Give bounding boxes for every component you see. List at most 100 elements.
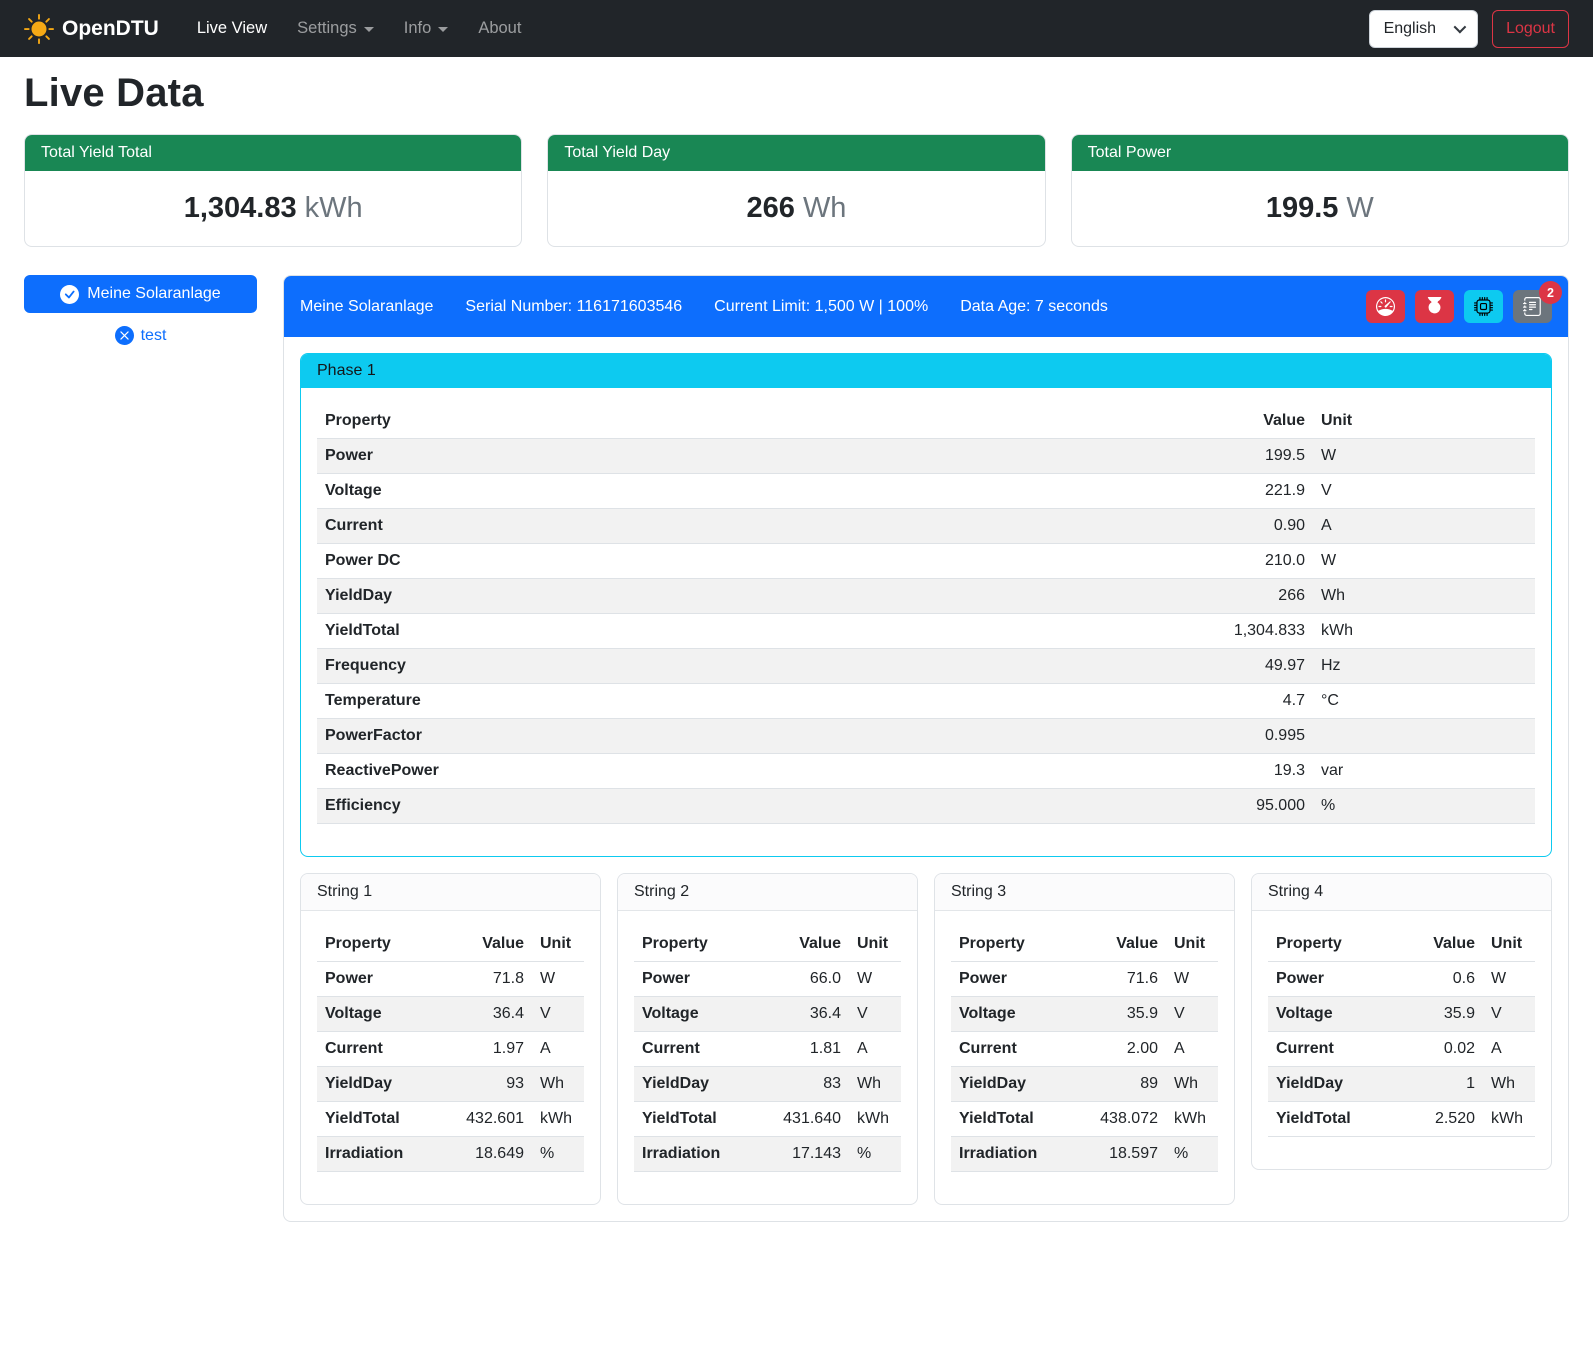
table-row: Current1.97A [317, 1032, 584, 1067]
x-circle-icon [115, 326, 134, 345]
value-cell: 1,304.833 [1193, 614, 1313, 649]
property-cell: Power [317, 439, 1193, 474]
table-row: YieldTotal431.640kWh [634, 1102, 901, 1137]
property-cell: Irradiation [634, 1137, 757, 1172]
string-2-data-table: PropertyValueUnitPower66.0WVoltage36.4VC… [634, 927, 901, 1172]
table-row: Current0.90A [317, 509, 1535, 544]
property-cell: Voltage [317, 997, 440, 1032]
unit-cell: Wh [1483, 1067, 1535, 1102]
table-row: Voltage36.4V [317, 997, 584, 1032]
unit-cell: A [1313, 509, 1535, 544]
top-navbar: OpenDTU Live View Settings Info About En… [0, 0, 1593, 57]
value-cell: 210.0 [1193, 544, 1313, 579]
speedometer-icon [1376, 297, 1395, 316]
column-header: Property [317, 404, 1193, 439]
unit-cell: var [1313, 754, 1535, 789]
total-power-card: Total Power 199.5W [1071, 134, 1569, 247]
value-cell: 1.81 [757, 1032, 849, 1067]
property-cell: YieldTotal [634, 1102, 757, 1137]
value-cell: 95.000 [1193, 789, 1313, 824]
value-cell: 221.9 [1193, 474, 1313, 509]
phase-card-title: Phase 1 [301, 354, 1551, 388]
limit-settings-button[interactable] [1366, 290, 1405, 323]
page-title: Live Data [24, 71, 1569, 116]
property-cell: Efficiency [317, 789, 1193, 824]
unit-cell: V [1483, 997, 1535, 1032]
unit-cell: kWh [1166, 1102, 1218, 1137]
string-card-title: String 4 [1252, 874, 1551, 911]
table-row: YieldTotal2.520kWh [1268, 1102, 1535, 1137]
brand[interactable]: OpenDTU [24, 14, 159, 44]
property-cell: Voltage [1268, 997, 1391, 1032]
inverter-select-link-test[interactable]: test [24, 326, 257, 345]
table-header-row: PropertyValueUnit [317, 927, 584, 962]
property-cell: YieldDay [1268, 1067, 1391, 1102]
unit-cell: W [1313, 439, 1535, 474]
power-toggle-button[interactable] [1415, 290, 1454, 323]
nav-item-info[interactable]: Info [392, 11, 461, 46]
value-cell: 1.97 [440, 1032, 532, 1067]
unit-cell: A [849, 1032, 901, 1067]
event-log-button[interactable]: 2 [1513, 290, 1552, 323]
total-yield-day-card: Total Yield Day 266Wh [547, 134, 1045, 247]
phase-data-table: PropertyValueUnitPower199.5WVoltage221.9… [317, 404, 1535, 824]
property-cell: Current [1268, 1032, 1391, 1067]
sun-logo-icon [24, 14, 54, 44]
property-cell: YieldTotal [951, 1102, 1074, 1137]
inverter-select-button-selected[interactable]: Meine Solaranlage [24, 275, 257, 313]
language-select[interactable]: English [1369, 10, 1478, 48]
column-header: Property [1268, 927, 1391, 962]
table-row: Voltage36.4V [634, 997, 901, 1032]
table-row: YieldDay266Wh [317, 579, 1535, 614]
column-header: Unit [849, 927, 901, 962]
property-cell: YieldDay [317, 1067, 440, 1102]
logout-button[interactable]: Logout [1492, 10, 1569, 48]
unit-cell: Wh [849, 1067, 901, 1102]
nav-item-settings[interactable]: Settings [285, 11, 386, 46]
unit-cell: W [532, 962, 584, 997]
string-3-card: String 3 PropertyValueUnitPower71.6WVolt… [934, 873, 1235, 1205]
unit-cell: kWh [1313, 614, 1535, 649]
value-cell: 4.7 [1193, 684, 1313, 719]
card-title: Total Power [1072, 135, 1568, 171]
table-row: YieldDay83Wh [634, 1067, 901, 1102]
value-cell: 0.90 [1193, 509, 1313, 544]
language-value: English [1384, 20, 1436, 38]
unit-cell: kWh [1483, 1102, 1535, 1137]
property-cell: YieldTotal [1268, 1102, 1391, 1137]
column-header: Value [1074, 927, 1166, 962]
table-row: Power71.6W [951, 962, 1218, 997]
table-row: Current0.02A [1268, 1032, 1535, 1067]
card-unit: W [1346, 192, 1373, 224]
table-row: Power66.0W [634, 962, 901, 997]
device-info-button[interactable] [1464, 290, 1503, 323]
unit-cell: W [1483, 962, 1535, 997]
navbar-right: English Logout [1369, 10, 1569, 48]
table-row: Current1.81A [634, 1032, 901, 1067]
phase-1-card: Phase 1 PropertyValueUnitPower199.5WVolt… [300, 353, 1552, 857]
value-cell: 89 [1074, 1067, 1166, 1102]
nav-links: Live View Settings Info About [185, 11, 534, 46]
column-header: Value [1391, 927, 1483, 962]
event-log-icon [1523, 297, 1542, 316]
total-yield-total-card: Total Yield Total 1,304.83kWh [24, 134, 522, 247]
value-cell: 438.072 [1074, 1102, 1166, 1137]
value-cell: 36.4 [757, 997, 849, 1032]
value-cell: 432.601 [440, 1102, 532, 1137]
value-cell: 1 [1391, 1067, 1483, 1102]
nav-item-about[interactable]: About [466, 11, 533, 46]
table-row: Power DC210.0W [317, 544, 1535, 579]
unit-cell: kWh [849, 1102, 901, 1137]
property-cell: Voltage [317, 474, 1193, 509]
unit-cell: Wh [532, 1067, 584, 1102]
inverter-limit: Current Limit: 1,500 W | 100% [714, 298, 928, 316]
inverter-selector-column: Meine Solaranlage test [24, 275, 257, 345]
unit-cell: Wh [1166, 1067, 1218, 1102]
unit-cell: % [849, 1137, 901, 1172]
column-header: Unit [1313, 404, 1535, 439]
table-row: YieldTotal432.601kWh [317, 1102, 584, 1137]
property-cell: Power [634, 962, 757, 997]
nav-item-live-view[interactable]: Live View [185, 11, 279, 46]
column-header: Value [757, 927, 849, 962]
column-header: Unit [532, 927, 584, 962]
